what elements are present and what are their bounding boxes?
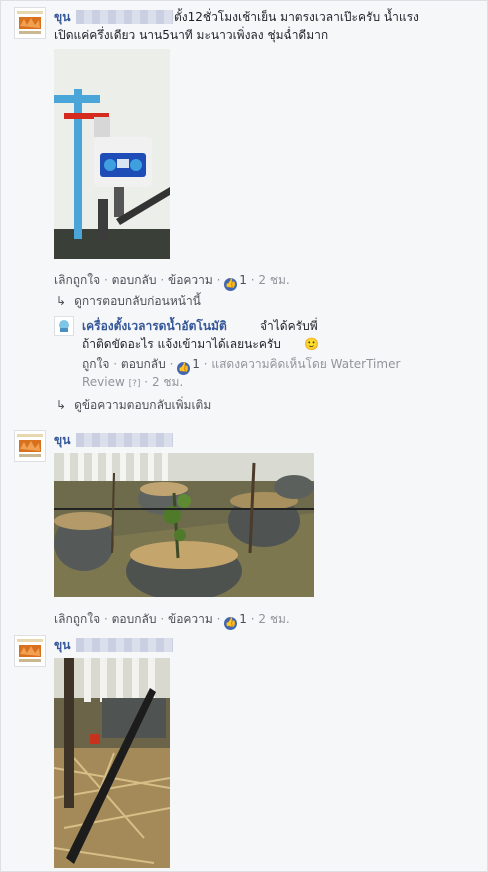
like-thumb-icon: 👍 — [224, 278, 238, 291]
reply-arrow-icon: ↳ — [56, 294, 67, 308]
like-count[interactable]: 1 — [192, 357, 200, 371]
reply-text-suffix: จำได้ครับพี่ — [260, 319, 318, 333]
comment-thread: ขุน ตั้ง12ชั่วโมงเช้าเย็น มาตรงเวลาเป๊ะค… — [0, 0, 488, 872]
review-help-badge[interactable]: [?] — [129, 379, 141, 389]
commenter-name[interactable]: ขุน — [54, 637, 70, 653]
reply-actions: ถูกใจ · ตอบกลับ · 👍 1 · แสดงความคิดเห็นโด… — [82, 357, 401, 375]
reply-actions-line2: Review [?] · 2 ชม. — [82, 375, 184, 389]
name-redaction — [76, 638, 173, 652]
reply-link[interactable]: ตอบกลับ — [112, 612, 157, 626]
comment-actions: เลิกถูกใจ · ตอบกลับ · ข้อความ · 👍 1 · 2 ช… — [54, 273, 290, 291]
comment-photo-drip[interactable] — [54, 658, 170, 868]
view-previous-replies[interactable]: ↳ ดูการตอบกลับก่อนหน้านี้ — [56, 293, 201, 309]
like-thumb-icon: 👍 — [224, 617, 238, 630]
message-link[interactable]: ข้อความ — [168, 273, 213, 287]
timestamp[interactable]: 2 ชม. — [258, 273, 289, 287]
view-more-replies[interactable]: ↳ ดูข้อความตอบกลับเพิ่มเติม — [56, 397, 211, 413]
reply-author-name[interactable]: เครื่องตั้งเวลารดน้ำอัตโนมัติ — [82, 318, 227, 334]
comment-photo-timer[interactable] — [54, 49, 170, 259]
commenter-name[interactable]: ขุน — [54, 9, 70, 25]
like-count[interactable]: 1 — [239, 273, 247, 287]
page-avatar[interactable] — [54, 316, 74, 336]
timestamp[interactable]: 2 ชม. — [258, 612, 289, 626]
comment-text-line2: เปิดแค่ครึ่งเดียว นาน5นาที มะนาวเพิ่งลง … — [54, 28, 329, 42]
reply-arrow-icon: ↳ — [56, 398, 67, 412]
name-redaction — [76, 10, 173, 24]
reply-text: ถ้าติดขัดอะไร แจ้งเข้ามาได้เลยนะครับ — [82, 337, 281, 351]
commenter-avatar[interactable] — [14, 635, 46, 667]
commenter-avatar[interactable] — [14, 7, 46, 39]
timestamp[interactable]: 2 ชม. — [152, 375, 183, 389]
commenter-name[interactable]: ขุน — [54, 432, 70, 448]
like-link[interactable]: ถูกใจ — [82, 357, 109, 371]
reply-link[interactable]: ตอบกลับ — [121, 357, 166, 371]
name-redaction — [76, 433, 173, 447]
unlike-link[interactable]: เลิกถูกใจ — [54, 273, 100, 287]
message-link[interactable]: ข้อความ — [168, 612, 213, 626]
smile-emoji: 🙂 — [304, 337, 319, 351]
seen-by-text[interactable]: แสดงความคิดเห็นโดย WaterTimer — [211, 357, 400, 371]
reply-link[interactable]: ตอบกลับ — [112, 273, 157, 287]
commenter-avatar[interactable] — [14, 430, 46, 462]
like-count[interactable]: 1 — [239, 612, 247, 626]
comment-text-line1: ตั้ง12ชั่วโมงเช้าเย็น มาตรงเวลาเป๊ะครับ … — [174, 10, 419, 24]
comment-photo-garden[interactable] — [54, 453, 314, 597]
unlike-link[interactable]: เลิกถูกใจ — [54, 612, 100, 626]
review-link[interactable]: Review — [82, 375, 125, 389]
comment-actions: เลิกถูกใจ · ตอบกลับ · ข้อความ · 👍 1 · 2 ช… — [54, 612, 290, 630]
